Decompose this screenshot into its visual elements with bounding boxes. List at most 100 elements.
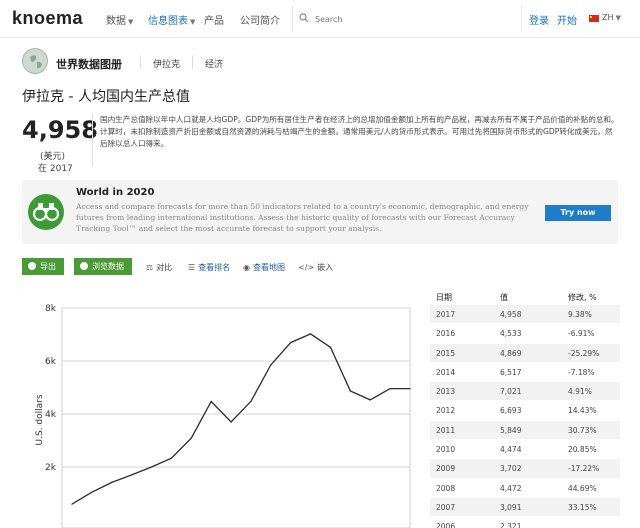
table-row: 2007 3,091 33.15%: [430, 496, 620, 517]
row-value: 4,869: [500, 348, 522, 358]
data-point-2011[interactable]: [290, 342, 292, 344]
row-change: 14.43%: [568, 406, 597, 416]
row-date: 2007: [436, 502, 456, 512]
data-point-2006[interactable]: [190, 437, 192, 439]
search-box[interactable]: [292, 6, 522, 32]
eye-icon: [80, 262, 88, 270]
data-point-2009[interactable]: [250, 400, 252, 403]
y-tick-label: 4k: [45, 410, 57, 420]
row-value: 6,517: [500, 367, 522, 377]
divider: [140, 55, 141, 69]
row-date: 2016: [436, 329, 456, 339]
plot-frame: [61, 307, 411, 528]
breadcrumb-topic[interactable]: 经济: [205, 57, 223, 70]
download-icon: [28, 262, 36, 270]
row-value: 6,693: [500, 406, 522, 416]
breadcrumb-country[interactable]: 伊拉克: [153, 57, 180, 70]
row-change: 33.15%: [568, 502, 597, 512]
language-selector[interactable]: ZH ▼: [602, 13, 621, 22]
header-date: 日期: [436, 293, 452, 302]
row-change: 30.73%: [568, 425, 597, 435]
scale-icon: ⚖: [146, 263, 154, 272]
row-value: 3,091: [500, 502, 522, 512]
start-link[interactable]: 开始: [557, 12, 577, 27]
atlas-title[interactable]: 世界数据图册: [56, 56, 122, 72]
nav-infographics-menu[interactable]: 信息图表 ▼: [148, 12, 195, 27]
chart-grid: [61, 307, 411, 528]
forecast-banner: World in 2020 Access and compare forecas…: [22, 180, 618, 244]
embed-link[interactable]: </> 嵌入: [298, 262, 333, 273]
data-point-2003[interactable]: [131, 474, 133, 476]
row-date: 2014: [436, 367, 456, 377]
value-year: 在 2017: [38, 164, 73, 174]
data-point-2007[interactable]: [210, 400, 212, 403]
map-link[interactable]: ◉ 查看地图: [243, 262, 285, 273]
data-point-2005[interactable]: [170, 457, 173, 459]
data-point-2004[interactable]: [150, 466, 153, 468]
code-icon: </>: [298, 263, 315, 272]
gdp-line-series: [71, 333, 410, 505]
chevron-down-icon: ▼: [128, 18, 134, 26]
search-input[interactable]: [315, 11, 515, 27]
row-change: 4.91%: [568, 387, 592, 397]
table-row: 2015 4,869 -25.29%: [430, 342, 620, 362]
row-change: -7.18%: [568, 367, 595, 377]
banner-title: World in 2020: [76, 187, 155, 198]
table-row: 2016 4,533 -6.91%: [430, 323, 620, 342]
row-date: 2015: [436, 348, 456, 358]
data-point-2013[interactable]: [329, 346, 332, 348]
search-icon: [299, 13, 309, 23]
nav-about-link[interactable]: 公司简介: [240, 12, 280, 27]
nav-products-link[interactable]: 产品: [204, 12, 224, 27]
ranking-link[interactable]: ☰ 查看排名: [188, 262, 230, 273]
nav-infographics-label: 信息图表: [148, 16, 188, 27]
table-row: 2006 2,321: [430, 516, 620, 528]
site-logo[interactable]: knoema: [12, 8, 83, 29]
language-label: ZH: [602, 13, 614, 22]
data-point-2012[interactable]: [309, 333, 312, 335]
y-tick-label: 6k: [45, 357, 57, 367]
row-date: 2017: [436, 310, 456, 319]
row-change: 20.85%: [568, 445, 597, 455]
data-point-2002[interactable]: [111, 481, 113, 483]
embed-label: 嵌入: [317, 263, 334, 272]
export-button[interactable]: 导出: [22, 258, 64, 275]
data-point-2015[interactable]: [369, 399, 371, 401]
row-date: 2009: [436, 464, 456, 474]
top-navbar: knoema 数据▼ 信息图表▼ 产品 公司简介 登录 开始 ZH▼: [0, 0, 640, 38]
row-value: 5,849: [500, 425, 522, 435]
row-value: 7,021: [500, 387, 522, 397]
table-row: 2010 4,474 20.85%: [430, 439, 620, 458]
row-date: 2006: [436, 522, 456, 528]
chevron-down-icon: ▼: [615, 14, 621, 22]
data-point-2016[interactable]: [389, 388, 391, 390]
gdp-per-capita-chart: 2k 4k 6k 8k U.S. dollars: [35, 304, 411, 528]
compare-link[interactable]: ⚖ 对比: [146, 262, 172, 273]
browse-data-button[interactable]: 浏览数据: [74, 258, 132, 275]
map-icon: ◉: [243, 263, 250, 272]
data-point-2001[interactable]: [91, 491, 93, 493]
banner-text: Access and compare forecasts for more th…: [76, 202, 529, 233]
y-tick-label: 8k: [45, 304, 57, 314]
login-link[interactable]: 登录: [529, 12, 549, 27]
page-title: 伊拉克 - 人均国内生产总值: [22, 89, 190, 105]
export-label: 导出: [40, 262, 56, 271]
try-now-button[interactable]: Try now: [545, 205, 611, 221]
y-axis-ticks: 2k 4k 6k 8k: [45, 304, 57, 473]
compare-label: 对比: [156, 263, 173, 272]
row-value: 2,321: [500, 522, 522, 528]
globe-icon[interactable]: [22, 48, 48, 74]
header-value: 值: [500, 293, 508, 302]
data-point-2017[interactable]: [409, 388, 411, 390]
row-change: 9.38%: [568, 310, 592, 319]
table-row: 2013 7,021 4.91%: [430, 381, 620, 401]
binoculars-icon: [28, 194, 64, 230]
table-header: 日期 值 修改, %: [430, 290, 620, 304]
data-point-2000[interactable]: [71, 503, 73, 505]
data-point-2008[interactable]: [230, 421, 232, 423]
y-tick-label: 2k: [45, 463, 57, 473]
data-point-2014[interactable]: [349, 390, 351, 392]
header-change: 修改, %: [568, 293, 597, 302]
nav-data-menu[interactable]: 数据 ▼: [106, 12, 133, 27]
data-point-2010[interactable]: [270, 364, 272, 366]
